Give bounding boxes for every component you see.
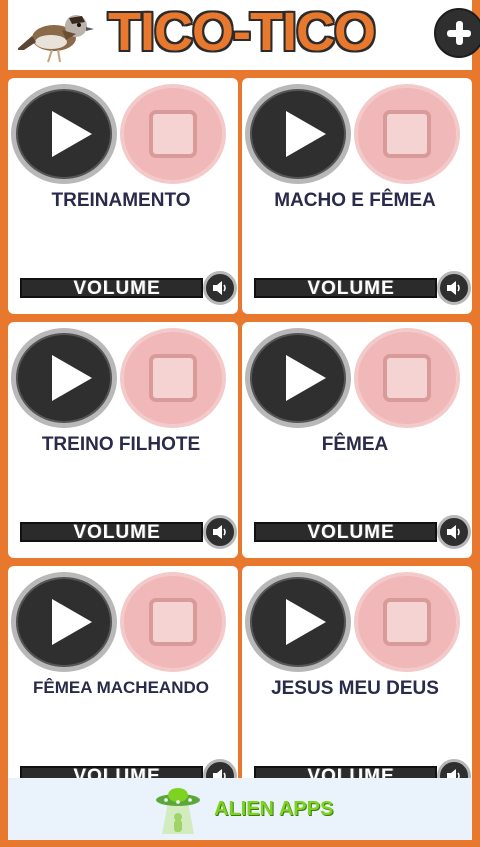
ad-banner[interactable]: ALIEN APPS bbox=[8, 778, 472, 840]
speaker-icon bbox=[213, 525, 226, 539]
play-icon bbox=[286, 111, 326, 157]
sound-grid: TREINAMENTO VOLUME MACHO E FÊMEA VOLUME … bbox=[8, 78, 472, 778]
volume-label: VOLUME bbox=[307, 522, 395, 543]
app-header: TICO-TICO bbox=[8, 0, 480, 73]
stop-icon bbox=[149, 110, 197, 158]
stop-icon bbox=[383, 110, 431, 158]
volume-label: VOLUME bbox=[307, 766, 395, 779]
stop-button[interactable] bbox=[120, 572, 226, 672]
play-icon bbox=[52, 111, 92, 157]
play-button[interactable] bbox=[245, 572, 351, 672]
speaker-icon bbox=[213, 281, 226, 295]
sound-card: JESUS MEU DEUS VOLUME bbox=[242, 566, 472, 778]
sound-label: JESUS MEU DEUS bbox=[271, 678, 439, 699]
sound-card: FÊMEA VOLUME bbox=[242, 322, 472, 558]
stop-button[interactable] bbox=[354, 572, 460, 672]
volume-label: VOLUME bbox=[307, 278, 395, 299]
sound-label: FÊMEA MACHEANDO bbox=[33, 678, 209, 697]
speaker-icon bbox=[447, 281, 460, 295]
speaker-icon bbox=[447, 769, 460, 778]
app-title: TICO-TICO bbox=[108, 2, 376, 62]
volume-label: VOLUME bbox=[73, 766, 161, 779]
play-button[interactable] bbox=[11, 572, 117, 672]
play-icon bbox=[52, 355, 92, 401]
stop-button[interactable] bbox=[354, 328, 460, 428]
volume-slider[interactable]: VOLUME bbox=[254, 522, 437, 543]
volume-button[interactable] bbox=[437, 759, 471, 778]
volume-slider[interactable]: VOLUME bbox=[254, 278, 437, 299]
play-icon bbox=[52, 599, 92, 645]
stop-button[interactable] bbox=[120, 328, 226, 428]
stop-button[interactable] bbox=[354, 84, 460, 184]
stop-icon bbox=[149, 354, 197, 402]
volume-button[interactable] bbox=[203, 515, 237, 549]
volume-label: VOLUME bbox=[73, 522, 161, 543]
sound-label: TREINO FILHOTE bbox=[41, 434, 201, 455]
speaker-icon bbox=[447, 525, 460, 539]
sound-label: FÊMEA bbox=[321, 434, 389, 455]
volume-slider[interactable]: VOLUME bbox=[20, 766, 203, 778]
play-button[interactable] bbox=[245, 84, 351, 184]
play-button[interactable] bbox=[245, 328, 351, 428]
sound-label: TREINAMENTO bbox=[51, 190, 191, 211]
play-icon bbox=[286, 599, 326, 645]
sound-card: MACHO E FÊMEA VOLUME bbox=[242, 78, 472, 314]
volume-label: VOLUME bbox=[73, 278, 161, 299]
ufo-icon bbox=[156, 788, 200, 834]
add-button[interactable] bbox=[434, 8, 480, 58]
volume-button[interactable] bbox=[437, 271, 471, 305]
stop-icon bbox=[149, 598, 197, 646]
volume-slider[interactable]: VOLUME bbox=[20, 522, 203, 543]
stop-button[interactable] bbox=[120, 84, 226, 184]
stop-icon bbox=[383, 598, 431, 646]
speaker-icon bbox=[213, 769, 226, 778]
stop-icon bbox=[383, 354, 431, 402]
volume-button[interactable] bbox=[203, 271, 237, 305]
sound-card: TREINAMENTO VOLUME bbox=[8, 78, 238, 314]
volume-button[interactable] bbox=[437, 515, 471, 549]
volume-button[interactable] bbox=[203, 759, 237, 778]
sound-card: FÊMEA MACHEANDO VOLUME bbox=[8, 566, 238, 778]
sound-card: TREINO FILHOTE VOLUME bbox=[8, 322, 238, 558]
volume-slider[interactable]: VOLUME bbox=[254, 766, 437, 778]
bird-icon bbox=[18, 15, 94, 63]
play-icon bbox=[286, 355, 326, 401]
play-button[interactable] bbox=[11, 328, 117, 428]
volume-slider[interactable]: VOLUME bbox=[20, 278, 203, 299]
brand-label: ALIEN APPS bbox=[214, 798, 334, 820]
sound-label: MACHO E FÊMEA bbox=[274, 190, 436, 211]
play-button[interactable] bbox=[11, 84, 117, 184]
